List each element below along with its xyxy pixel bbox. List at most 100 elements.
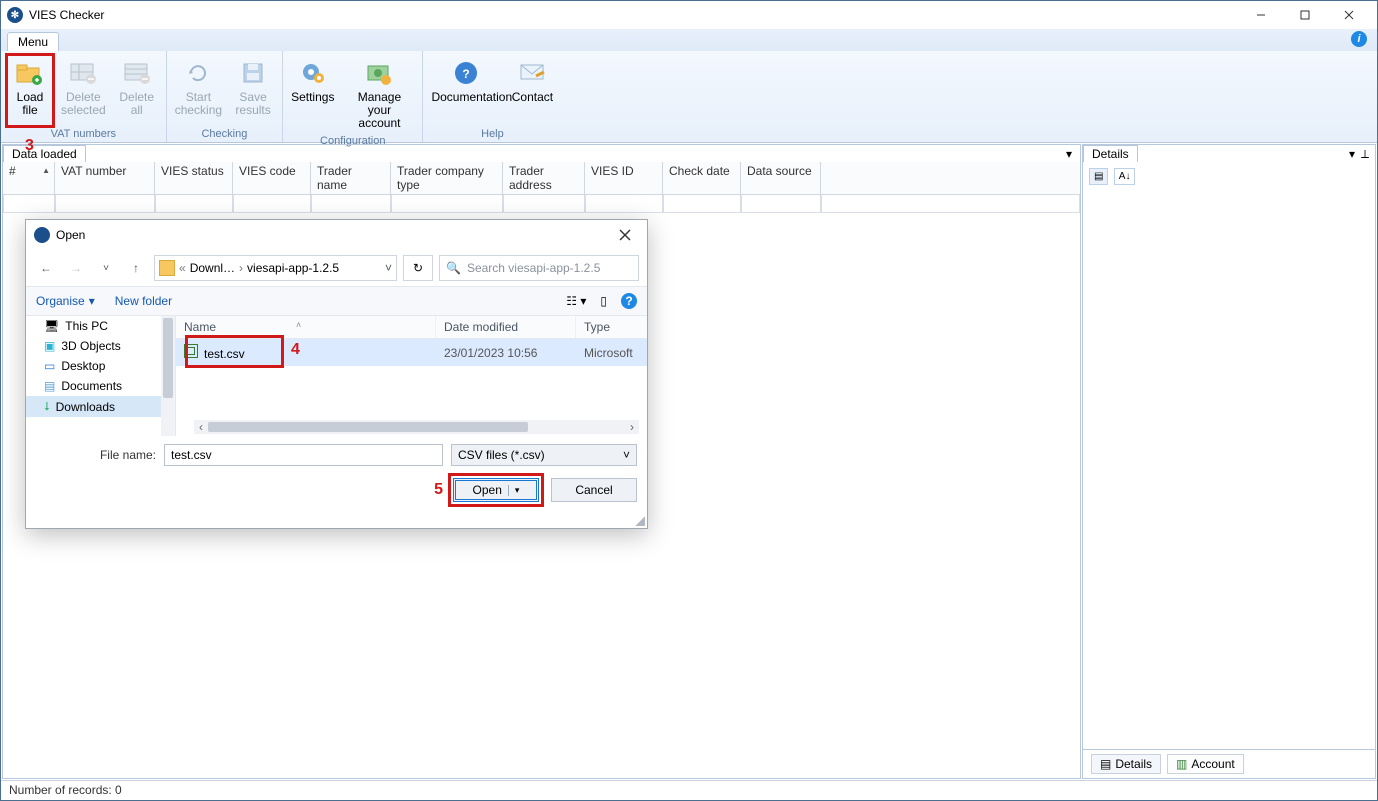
load-file-button[interactable]: Loadfile [7, 55, 53, 126]
col-trader-name[interactable]: Trader name [311, 162, 391, 194]
start-checking-label2: checking [175, 103, 222, 117]
tree-this-pc[interactable]: 🖥This PC [26, 316, 175, 336]
header-type[interactable]: Type [576, 316, 647, 338]
view-mode-button[interactable]: ☷ ▾ [566, 294, 586, 308]
filter-trader-address[interactable] [503, 195, 585, 213]
tree-desktop-label: Desktop [61, 359, 105, 373]
filter-vies-id[interactable] [585, 195, 663, 213]
crumb-1[interactable]: Downl… [190, 261, 235, 275]
minimize-button[interactable] [1239, 1, 1283, 29]
panel-dropdown-icon[interactable]: ▾ [1066, 147, 1072, 161]
hscroll-right[interactable]: › [625, 420, 639, 434]
tree-this-pc-label: This PC [65, 319, 108, 333]
save-results-button[interactable]: Saveresults [230, 55, 276, 126]
details-tab[interactable]: Details [1083, 145, 1138, 162]
documentation-button[interactable]: ? Documentation [429, 55, 503, 126]
nav-up-button[interactable]: ↑ [124, 256, 148, 280]
col-check-date[interactable]: Check date [663, 162, 741, 194]
table-delete-all-icon [121, 57, 153, 89]
dialog-close-button[interactable] [611, 224, 639, 246]
ribbon-group-label-help: Help [429, 126, 555, 140]
file-type: Microsoft [576, 346, 647, 360]
organise-menu[interactable]: Organise▾ [36, 294, 95, 308]
csv-file-icon [184, 344, 198, 358]
hscroll-track[interactable] [208, 420, 625, 434]
filename-input[interactable] [164, 444, 443, 466]
dialog-search[interactable]: 🔍 Search viesapi-app-1.2.5 [439, 255, 639, 281]
refresh-button[interactable]: ↻ [403, 255, 433, 281]
nav-forward-button[interactable]: → [64, 256, 88, 280]
settings-button[interactable]: Settings [289, 55, 336, 133]
cancel-button[interactable]: Cancel [551, 478, 637, 502]
hscroll-left[interactable]: ‹ [194, 420, 208, 434]
pin-icon[interactable]: ⟂ [1361, 147, 1369, 162]
filter-data-source[interactable] [741, 195, 821, 213]
col-data-source[interactable]: Data source [741, 162, 821, 194]
dialog-navbar: ← → ˅ ↑ « Downl… › viesapi-app-1.2.5 ˅ ↻… [26, 250, 647, 286]
sort-az-icon[interactable]: A↓ [1114, 168, 1136, 185]
file-row-testcsv[interactable]: test.csv 23/01/2023 10:56 Microsoft [176, 339, 647, 366]
filter-vies-code[interactable] [233, 195, 311, 213]
col-vies-status[interactable]: VIES status [155, 162, 233, 194]
nav-back-button[interactable]: ← [34, 256, 58, 280]
tree-scroll-thumb[interactable] [163, 318, 173, 398]
manage-account-button[interactable]: Manage youraccount [342, 55, 416, 133]
resize-grip[interactable] [633, 514, 645, 526]
documentation-label: Documentation [431, 90, 512, 104]
file-list-hscroll[interactable]: ‹ › [194, 420, 639, 434]
sort-asc-icon: ▲ [42, 166, 50, 175]
col-trader-address[interactable]: Trader address [503, 162, 585, 194]
open-button[interactable]: Open▾ [453, 478, 539, 502]
filter-vies-status[interactable] [155, 195, 233, 213]
crumb-dropdown-icon[interactable]: ˅ [385, 261, 392, 275]
col-vies-id[interactable]: VIES ID [585, 162, 663, 194]
tree-3d-objects[interactable]: ▣3D Objects [26, 336, 175, 356]
annotation-5: 5 [434, 481, 443, 499]
header-name[interactable]: Name˄ [176, 316, 436, 338]
details-bottom-tab-details[interactable]: ▤Details [1091, 754, 1161, 774]
col-trader-company-type[interactable]: Trader company type [391, 162, 503, 194]
tree-scrollbar[interactable] [161, 316, 175, 436]
file-type-combo[interactable]: CSV files (*.csv)˅ [451, 444, 637, 466]
tree-documents[interactable]: ▤Documents [26, 376, 175, 396]
delete-selected-button[interactable]: Deleteselected [59, 55, 108, 126]
start-checking-button[interactable]: Startchecking [173, 55, 224, 126]
filter-vat[interactable] [55, 195, 155, 213]
col-vat[interactable]: VAT number [55, 162, 155, 194]
dialog-buttons: 5 Open▾ Cancel [36, 476, 637, 504]
contact-button[interactable]: Contact [509, 55, 555, 126]
header-date[interactable]: Date modified [436, 316, 576, 338]
close-button[interactable] [1327, 1, 1371, 29]
preview-pane-button[interactable]: ▯ [600, 294, 607, 308]
tree-downloads-label: Downloads [56, 400, 115, 414]
filter-index[interactable] [3, 195, 55, 213]
statusbar: Number of records: 0 [1, 780, 1377, 800]
panel-dropdown-icon[interactable]: ▾ [1349, 147, 1355, 162]
categorize-icon[interactable]: ▤ [1089, 168, 1108, 185]
info-icon[interactable]: i [1351, 31, 1367, 47]
dialog-help-icon[interactable]: ? [621, 293, 637, 309]
nav-recent-button[interactable]: ˅ [94, 256, 118, 280]
details-bottom-tab-account[interactable]: ▥Account [1167, 754, 1244, 774]
filter-trader-name[interactable] [311, 195, 391, 213]
open-split-icon[interactable]: ▾ [508, 485, 520, 496]
hscroll-thumb[interactable] [208, 422, 528, 432]
tree-downloads[interactable]: ⭣Downloads [26, 396, 175, 417]
manage-account-label2: account [358, 116, 400, 130]
breadcrumb[interactable]: « Downl… › viesapi-app-1.2.5 ˅ [154, 255, 397, 281]
tree-desktop[interactable]: ▭Desktop [26, 356, 175, 376]
col-index[interactable]: #▲ [3, 162, 55, 194]
menu-strip: Menu i [1, 29, 1377, 51]
col-vies-code[interactable]: VIES code [233, 162, 311, 194]
file-type-label: CSV files (*.csv) [458, 448, 545, 462]
crumb-2[interactable]: viesapi-app-1.2.5 [247, 261, 339, 275]
menu-tab[interactable]: Menu [7, 32, 59, 51]
maximize-button[interactable] [1283, 1, 1327, 29]
data-loaded-tab[interactable]: Data loaded [3, 145, 86, 162]
dialog-toolbar: Organise▾ New folder ☷ ▾ ▯ ? [26, 286, 647, 316]
filter-trader-company-type[interactable] [391, 195, 503, 213]
new-folder-button[interactable]: New folder [115, 294, 172, 308]
filter-check-date[interactable] [663, 195, 741, 213]
delete-all-button[interactable]: Deleteall [114, 55, 160, 126]
file-date: 23/01/2023 10:56 [436, 346, 576, 360]
